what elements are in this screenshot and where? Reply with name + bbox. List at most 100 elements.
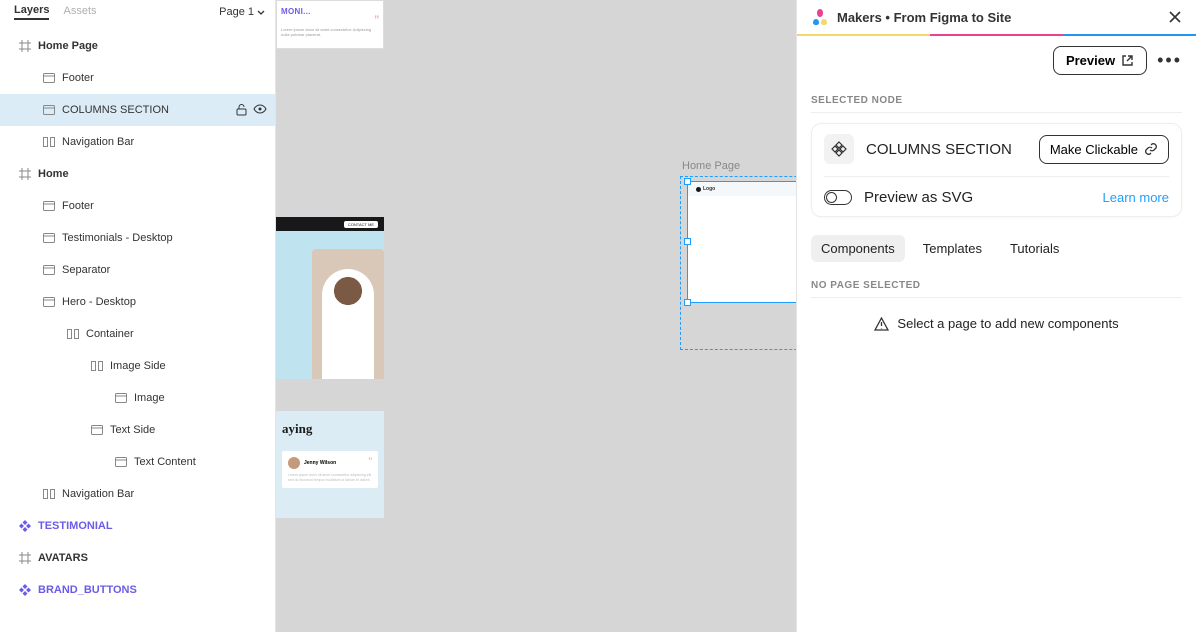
panel-header: Layers Assets Page 1: [0, 0, 275, 24]
layer-row[interactable]: BRAND_BUTTONS: [0, 574, 275, 606]
layers-tree[interactable]: Home Page Footer COLUMNS SECTION Navigation…: [0, 24, 275, 632]
layer-label: Footer: [62, 200, 94, 212]
layer-label: Image: [134, 392, 165, 404]
layer-label: Image Side: [110, 360, 166, 372]
columns-icon: [42, 135, 56, 149]
layer-row[interactable]: Navigation Bar: [0, 126, 275, 158]
layer-row[interactable]: Home: [0, 158, 275, 190]
layer-row[interactable]: AVATARS: [0, 542, 275, 574]
tab-layers[interactable]: Layers: [14, 4, 49, 20]
learn-more-link[interactable]: Learn more: [1103, 190, 1169, 205]
artboard-testimonials-section[interactable]: aying Jenny Wilson ” Lorem ipsum dolor s…: [276, 411, 384, 518]
contact-button: CONTACT ME: [344, 221, 378, 228]
layer-row[interactable]: Image Side: [0, 350, 275, 382]
selected-frame[interactable]: Home Page Logo Home About Services CONTA…: [680, 160, 796, 350]
group-icon: [114, 391, 128, 405]
layer-label: Navigation Bar: [62, 488, 134, 500]
chevron-down-icon: [257, 10, 265, 15]
group-icon: [42, 263, 56, 277]
canvas[interactable]: MONI... ” Lorem ipsum dolor sit amet con…: [276, 0, 796, 632]
hero-image: [312, 249, 384, 379]
layer-label: Separator: [62, 264, 110, 276]
tab-components[interactable]: Components: [811, 235, 905, 262]
unlock-icon[interactable]: [236, 104, 247, 116]
visibility-icon[interactable]: [253, 104, 267, 114]
frame-label: Home Page: [680, 160, 796, 172]
node-type-icon: [824, 134, 854, 164]
layer-row[interactable]: Testimonials - Desktop: [0, 222, 275, 254]
layer-label: Text Content: [134, 456, 196, 468]
frame-icon: [18, 551, 32, 565]
tab-templates[interactable]: Templates: [913, 235, 992, 262]
layer-row[interactable]: Text Side: [0, 414, 275, 446]
plugin-header: Makers • From Figma to Site: [797, 0, 1196, 34]
testimonial-card: Jenny Wilson ” Lorem ipsum dolor sit ame…: [282, 451, 378, 488]
logo: Logo: [696, 186, 715, 192]
empty-state-hint: Select a page to add new components: [811, 316, 1182, 331]
frame-icon: [18, 167, 32, 181]
preview-button[interactable]: Preview: [1053, 46, 1147, 75]
plugin-logo-icon: [811, 8, 829, 26]
group-icon: [42, 295, 56, 309]
resize-handle[interactable]: [684, 178, 691, 185]
resize-handle[interactable]: [684, 238, 691, 245]
layer-label: Hero - Desktop: [62, 296, 136, 308]
hint-text: Select a page to add new components: [897, 316, 1118, 331]
layer-row[interactable]: Text Content: [0, 446, 275, 478]
layer-row[interactable]: Separator: [0, 254, 275, 286]
layer-label: AVATARS: [38, 552, 88, 564]
page-selector[interactable]: Page 1: [219, 6, 265, 18]
layer-row[interactable]: Hero - Desktop: [0, 286, 275, 318]
author-name: Jenny Wilson: [304, 460, 336, 466]
layer-row[interactable]: Home Page: [0, 30, 275, 62]
group-icon: [42, 199, 56, 213]
frame-icon: [18, 39, 32, 53]
columns-icon: [66, 327, 80, 341]
artboard-hero-preview[interactable]: CONTACT ME: [276, 217, 384, 379]
layer-label: Navigation Bar: [62, 136, 134, 148]
make-clickable-button[interactable]: Make Clickable: [1039, 135, 1169, 164]
layer-label: COLUMNS SECTION: [62, 104, 169, 116]
link-icon: [1144, 142, 1158, 156]
no-page-label: NO PAGE SELECTED: [811, 270, 1182, 298]
plugin-actions: Preview •••: [797, 36, 1196, 85]
columns-icon: [42, 487, 56, 501]
layer-label: Home Page: [38, 40, 98, 52]
resize-handle[interactable]: [684, 299, 691, 306]
layer-row[interactable]: COLUMNS SECTION: [0, 94, 275, 126]
layer-row[interactable]: Container: [0, 318, 275, 350]
group-icon: [114, 455, 128, 469]
more-menu-button[interactable]: •••: [1157, 50, 1182, 71]
layer-label: Testimonials - Desktop: [62, 232, 173, 244]
group-icon: [90, 423, 104, 437]
layer-row[interactable]: Footer: [0, 62, 275, 94]
close-button[interactable]: [1168, 10, 1182, 24]
layer-row[interactable]: Footer: [0, 190, 275, 222]
tab-assets[interactable]: Assets: [63, 5, 96, 19]
layer-row[interactable]: TESTIMONIAL: [0, 510, 275, 542]
layer-label: TESTIMONIAL: [38, 520, 113, 532]
layer-label: Container: [86, 328, 134, 340]
layer-label: Home: [38, 168, 69, 180]
artboard-tag: MONI...: [281, 7, 379, 16]
layer-row[interactable]: Navigation Bar: [0, 478, 275, 510]
tab-tutorials[interactable]: Tutorials: [1000, 235, 1069, 262]
nav-bar: CONTACT ME: [276, 217, 384, 231]
section-heading: aying: [282, 421, 378, 437]
group-icon: [42, 71, 56, 85]
preview-svg-toggle[interactable]: [824, 190, 852, 205]
artboard-testimonial-preview[interactable]: MONI... ” Lorem ipsum dolor sit amet con…: [276, 0, 384, 49]
preview-svg-row: Preview as SVG Learn more: [824, 189, 1169, 206]
warning-icon: [874, 317, 889, 331]
layer-row[interactable]: Image: [0, 382, 275, 414]
layer-label: Text Side: [110, 424, 155, 436]
placeholder-text: Lorem ipsum dolor sit amet consectetur. …: [281, 28, 379, 38]
columns-section-node[interactable]: Logo Home About Services CONTACT ME: [687, 181, 796, 303]
close-icon: [1168, 10, 1182, 24]
columns-icon: [90, 359, 104, 373]
plugin-panel: Makers • From Figma to Site Preview ••• …: [796, 0, 1196, 632]
layer-label: BRAND_BUTTONS: [38, 584, 137, 596]
group-icon: [42, 103, 56, 117]
page-selector-label: Page 1: [219, 6, 254, 18]
quote-mark-icon: ”: [281, 16, 379, 24]
